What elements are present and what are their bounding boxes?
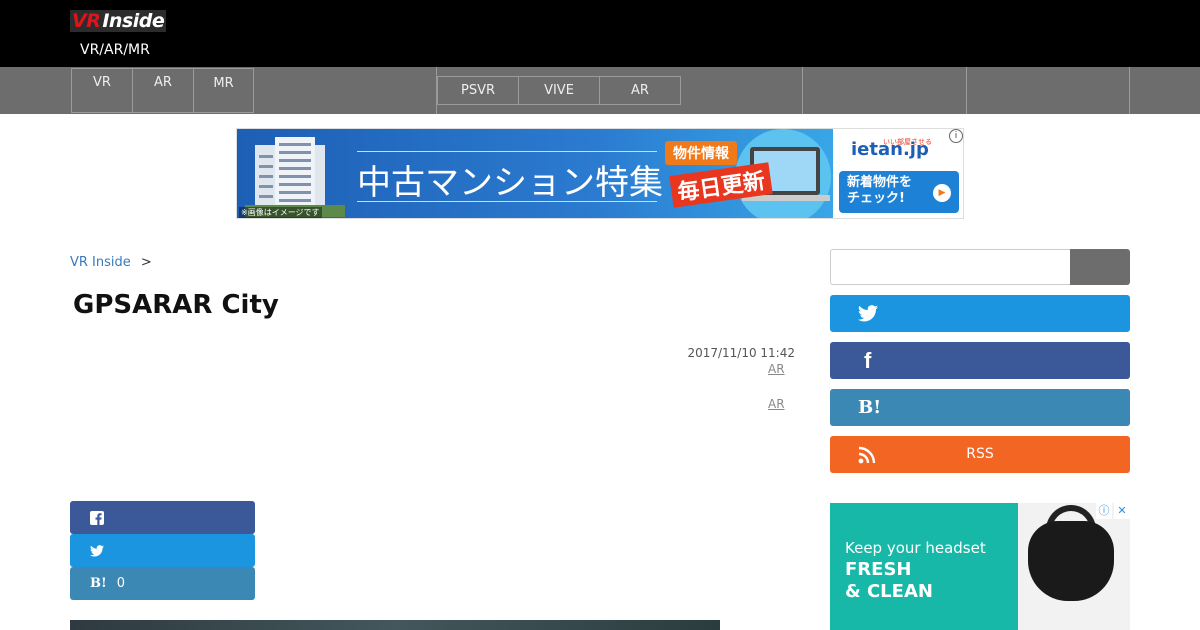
twitter-icon [858,295,878,332]
ad-line2: FRESH [845,559,912,580]
tab-psvr[interactable]: PSVR [437,76,519,105]
banner-ad-main: 中古マンション特集 物件情報 毎日更新 ※画像はイメージです [237,129,833,218]
banner-badge: 物件情報 [665,141,737,165]
nav-item-mr[interactable]: MR [193,68,254,113]
breadcrumb-home-link[interactable]: VR Inside [70,255,131,270]
brand-logo: ietan.jp [851,139,929,160]
hatena-icon: B! [90,576,107,591]
logo-vr-text: VR [72,10,101,32]
banner-title: 中古マンション特集 [357,163,663,203]
breadcrumb-separator: > [140,255,152,270]
nav-item-ar[interactable]: AR [132,68,194,113]
breadcrumb: VR Inside > [70,255,152,270]
sidebar-rss-button[interactable]: RSS [830,436,1130,473]
hatena-count: 0 [116,576,125,591]
nav-divider [966,67,967,114]
search-button[interactable] [1070,249,1130,285]
article-title: GPSARAR City [73,290,279,320]
ad-line3: & CLEAN [845,581,933,602]
nav-divider [1129,67,1130,114]
search-input[interactable] [830,249,1070,285]
twitter-share-button[interactable] [70,534,255,567]
article-tag[interactable]: AR [768,397,785,411]
sidebar-hatena-button[interactable]: B! [830,389,1130,426]
facebook-icon: f [864,347,872,373]
site-header: VR Inside VR/AR/MR [0,0,1200,67]
nav-divider [802,67,803,114]
hatena-icon: B! [858,397,882,418]
main-nav: VR AR MR PSVR VIVE AR [0,67,1200,114]
sidebar-twitter-button[interactable] [830,295,1130,332]
headset-body [1028,521,1114,601]
facebook-icon [90,510,104,525]
banner-ad-brand: いい部屋させる ietan.jp 新着物件を チェック! ▶ [833,129,963,218]
check-listings-button[interactable]: 新着物件を チェック! ▶ [839,171,959,213]
ad-line1: Keep your headset [845,539,986,557]
headset-image [1018,503,1130,630]
twitter-icon [90,544,104,557]
nav-item-vr[interactable]: VR [71,68,133,113]
tab-ar[interactable]: AR [599,76,681,105]
ad-close-icon[interactable]: ✕ [1114,503,1130,519]
sidebar-ad[interactable]: Keep your headset FRESH & CLEAN ⓘ ✕ [830,503,1130,630]
site-tagline: VR/AR/MR [80,42,150,58]
play-icon: ▶ [933,184,951,202]
article-tag[interactable]: AR [768,362,785,376]
ad-info-icon[interactable]: ⓘ [1096,503,1112,519]
banner-rule [357,201,657,202]
facebook-share-button[interactable] [70,501,255,534]
building-image [245,137,345,217]
article-image [70,620,720,630]
hatena-share-button[interactable]: B! 0 [70,567,255,600]
tab-vive[interactable]: VIVE [518,76,600,105]
article-date: 2017/11/10 11:42 [687,346,795,360]
banner-image-note: ※画像はイメージです [239,207,322,218]
logo-inside-text: Inside [102,10,165,32]
ad-info-icon[interactable]: i [949,129,963,143]
sidebar-facebook-button[interactable]: f [830,342,1130,379]
rss-label: RSS [966,446,994,462]
banner-ad[interactable]: 中古マンション特集 物件情報 毎日更新 ※画像はイメージです いい部屋させる i… [236,128,964,219]
ad-headline: FRESH & CLEAN [845,559,933,603]
banner-rule [357,151,657,152]
site-logo[interactable]: VR Inside [70,10,167,32]
